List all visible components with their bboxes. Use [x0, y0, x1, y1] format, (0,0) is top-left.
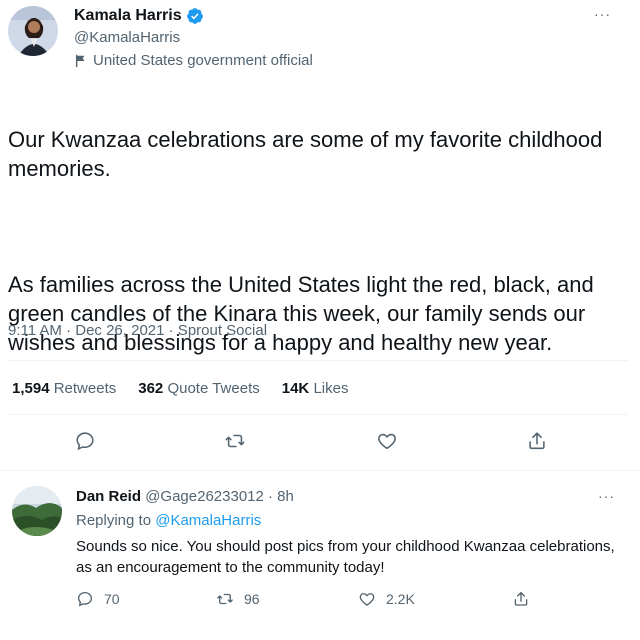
avatar-photo: [8, 6, 58, 56]
tweet-text-paragraph-1: Our Kwanzaa celebrations are some of my …: [8, 127, 603, 181]
quote-tweets-label: Quote Tweets: [167, 380, 260, 397]
replying-to-link[interactable]: @KamalaHarris: [155, 512, 261, 529]
reply-reply-button[interactable]: 70: [76, 590, 120, 608]
reply-icon: [77, 591, 93, 607]
retweets-stat[interactable]: 1,594 Retweets: [12, 380, 116, 397]
quote-tweets-stat[interactable]: 362 Quote Tweets: [138, 380, 259, 397]
reply-icon: [76, 432, 94, 451]
reply-header: Dan Reid @Gage26233012 · 8h: [76, 488, 294, 505]
like-count: 2.2K: [386, 591, 415, 607]
tweet-text: Our Kwanzaa celebrations are some of my …: [8, 96, 628, 386]
reply-like-button[interactable]: 2.2K: [358, 590, 415, 608]
divider: [8, 360, 628, 361]
like-icon: [378, 433, 396, 450]
divider: [0, 470, 640, 471]
likes-label: Likes: [313, 380, 349, 397]
like-button[interactable]: [376, 430, 400, 454]
reply-display-name[interactable]: Dan Reid: [76, 488, 141, 505]
retweets-count: 1,594: [12, 380, 50, 397]
reply-handle-time[interactable]: @Gage26233012 · 8h: [145, 488, 294, 505]
reply-share-button[interactable]: [512, 590, 540, 608]
tweet-meta[interactable]: 9:11 AM · Dec 26, 2021 · Sprout Social: [8, 322, 267, 339]
retweet-icon: [225, 434, 245, 448]
display-name[interactable]: Kamala Harris: [74, 6, 182, 26]
reply-avatar-photo: [12, 486, 62, 536]
reply-more-icon[interactable]: ···: [598, 488, 615, 504]
reply-text: Sounds so nice. You should post pics fro…: [76, 538, 615, 576]
reply-count: 70: [104, 591, 120, 607]
share-icon: [529, 432, 545, 450]
reply-tweet[interactable]: Dan Reid @Gage26233012 · 8h ··· Replying…: [0, 472, 640, 640]
verified-badge-icon: [186, 8, 203, 24]
share-icon: [514, 591, 528, 606]
retweet-icon: [217, 593, 233, 605]
reply-retweet-button[interactable]: 96: [216, 590, 260, 608]
more-icon[interactable]: ···: [594, 6, 611, 22]
likes-stat[interactable]: 14K Likes: [282, 380, 349, 397]
avatar[interactable]: [8, 6, 58, 56]
reply-button[interactable]: [74, 430, 98, 454]
like-icon: [359, 593, 375, 606]
retweet-button[interactable]: [224, 430, 248, 454]
retweets-label: Retweets: [53, 380, 117, 397]
replying-to: Replying to @KamalaHarris: [76, 512, 261, 529]
likes-count: 14K: [281, 380, 310, 397]
tweet-text-paragraph-2: As families across the United States lig…: [8, 272, 594, 355]
gov-label-row: United States government official: [74, 52, 313, 69]
divider: [8, 414, 628, 415]
flag-icon: [75, 54, 85, 67]
share-button[interactable]: [526, 430, 550, 454]
handle[interactable]: @KamalaHarris: [74, 28, 180, 48]
gov-label: United States government official: [93, 52, 313, 69]
tweet-stats: 1,594 Retweets 362 Quote Tweets 14K Like…: [12, 380, 370, 397]
reply-avatar[interactable]: [12, 486, 62, 536]
quote-tweets-count: 362: [138, 380, 164, 397]
main-tweet: Kamala Harris @KamalaHarris United State…: [0, 0, 640, 470]
retweet-count: 96: [244, 591, 260, 607]
replying-to-prefix: Replying to: [76, 512, 152, 529]
